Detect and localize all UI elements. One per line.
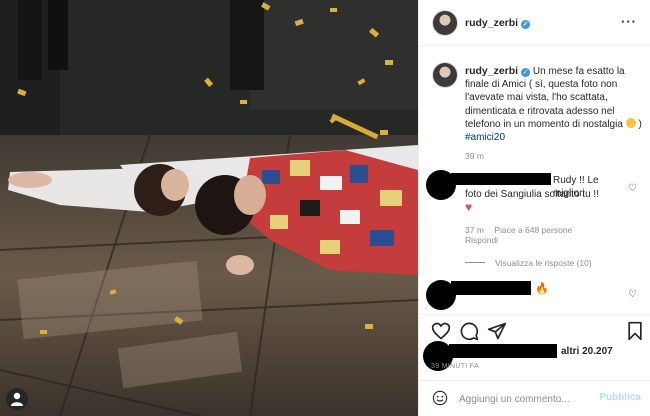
caption-avatar[interactable] [432, 62, 458, 88]
caption-closing: ) [635, 118, 642, 130]
post-header: rudy_zerbi ✓ ··· [419, 0, 650, 46]
verified-badge-icon: ✓ [521, 68, 531, 77]
redacted-username-bar [451, 281, 531, 295]
emoji-picker-icon[interactable] [432, 390, 448, 406]
comment-like-icon[interactable]: ♡ [628, 183, 637, 194]
comment-likes[interactable]: Piace a 648 persone [494, 225, 572, 235]
add-comment-bar: Pubblica [419, 380, 650, 416]
comment-icon[interactable] [459, 321, 479, 341]
redacted-username-bar [451, 173, 551, 185]
hashtag-link[interactable]: #amici20 [465, 132, 505, 143]
tagged-user-icon[interactable] [6, 388, 28, 410]
reply-button[interactable]: Rispondi [465, 235, 498, 245]
photo-illustration [0, 0, 418, 416]
author-avatar[interactable] [432, 10, 458, 36]
caption-text: rudy_zerbi ✓ Un mese fa esatto la finale … [465, 65, 645, 144]
comment-meta: 37 m Piace a 648 persone [465, 225, 580, 235]
caption-username[interactable]: rudy_zerbi [465, 65, 518, 77]
comment-text-line2: foto dei Sangiulia soltanto tu !! [465, 189, 599, 200]
share-icon[interactable] [487, 321, 507, 341]
post-side-panel: rudy_zerbi ✓ ··· rudy_zerbi ✓ Un mese fa e… [418, 0, 650, 416]
comment-time[interactable]: 37 m [465, 225, 484, 235]
fire-emoji-icon: 🔥 [535, 283, 549, 295]
more-options-icon[interactable]: ··· [621, 14, 637, 29]
comment-input[interactable] [459, 390, 589, 408]
author-username[interactable]: rudy_zerbi ✓ [465, 17, 531, 29]
caption-time[interactable]: 39 m [465, 151, 484, 161]
heart-icon[interactable] [431, 321, 451, 341]
publish-button[interactable]: Pubblica [599, 392, 641, 403]
redacted-liker-bar [449, 344, 557, 358]
bookmark-icon[interactable] [625, 321, 645, 341]
smiling-face-emoji-icon [625, 117, 636, 128]
red-heart-emoji-icon: ♥ [465, 200, 473, 214]
post-photo[interactable] [0, 0, 418, 416]
comment-like-icon[interactable]: ♡ [628, 289, 637, 300]
likes-count[interactable]: altri 20.207 [561, 346, 613, 357]
view-replies-button[interactable]: Visualizza le risposte (10) [465, 258, 592, 268]
instagram-post: rudy_zerbi ✓ ··· rudy_zerbi ✓ Un mese fa e… [0, 0, 650, 416]
verified-badge-icon: ✓ [521, 20, 531, 29]
post-timestamp[interactable]: 39 MINUTI FA [431, 363, 479, 370]
comment-text-part2: foto dei Sangiulia soltanto tu !! ♥ [465, 188, 640, 215]
